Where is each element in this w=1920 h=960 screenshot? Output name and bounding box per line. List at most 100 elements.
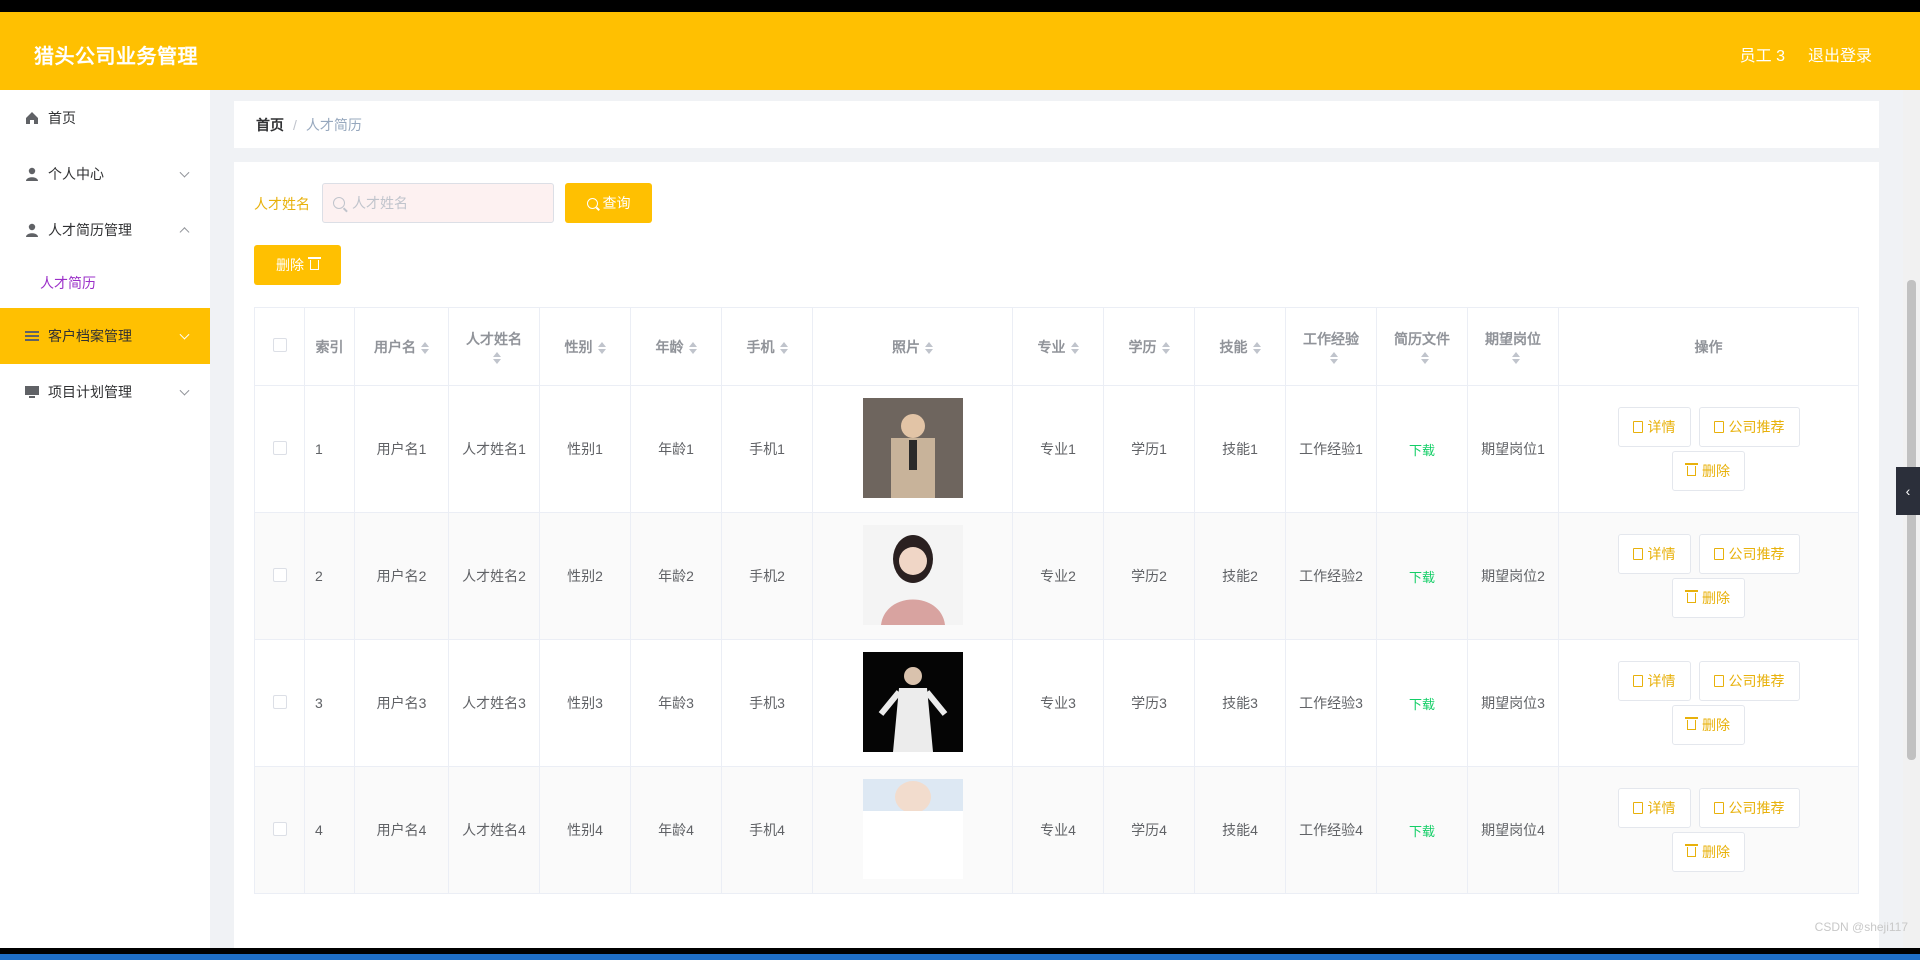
header-photo[interactable]: 照片 [812,307,1013,386]
recommend-button[interactable]: 公司推荐 [1698,407,1800,447]
recommend-label: 公司推荐 [1728,419,1785,435]
breadcrumb-home[interactable]: 首页 [256,115,284,135]
cell-edu: 学历4 [1103,766,1195,894]
cell-user: 用户名4 [354,766,449,894]
header-phone[interactable]: 手机 [721,307,813,386]
header-education[interactable]: 学历 [1103,307,1195,386]
chevron-down-icon [179,385,190,396]
header-username[interactable]: 用户名 [354,307,449,386]
sort-icon[interactable] [597,341,606,354]
header-resume-file[interactable]: 简历文件 [1376,307,1468,386]
cell-age: 年龄2 [630,512,722,640]
sort-icon[interactable] [1329,351,1338,364]
sort-icon[interactable] [421,341,429,354]
logout-link[interactable]: 退出登录 [1808,42,1908,66]
cell-resume-file: 下载 [1376,766,1468,894]
sidebar-item-personal-center[interactable]: 个人中心 [0,146,210,202]
recommend-label: 公司推荐 [1728,546,1785,562]
download-link[interactable]: 下载 [1409,570,1435,585]
document-icon [1713,802,1724,814]
header-experience[interactable]: 工作经验 [1285,307,1377,386]
sort-icon[interactable] [1420,351,1429,364]
cell-actions: 详情 公司推荐 删除 [1558,385,1859,513]
header-major[interactable]: 专业 [1012,307,1104,386]
index-cell: 4 [304,766,355,894]
cell-major: 专业3 [1012,639,1104,767]
search-icon [586,197,598,209]
query-button[interactable]: 查询 [565,183,652,223]
row-delete-button[interactable]: 删除 [1672,705,1745,745]
cell-gender: 性别3 [539,639,631,767]
row-checkbox[interactable] [272,694,287,709]
batch-delete-button[interactable]: 删除 [254,245,341,285]
detail-button[interactable]: 详情 [1617,407,1691,447]
sidebar-item-home[interactable]: 首页 [0,90,210,146]
sort-icon[interactable] [1161,341,1170,354]
download-link[interactable]: 下载 [1409,443,1435,458]
sidebar-item-project-plan[interactable]: 项目计划管理 [0,364,210,420]
download-link[interactable]: 下载 [1409,697,1435,712]
cell-gender: 性别4 [539,766,631,894]
detail-button[interactable]: 详情 [1617,788,1691,828]
header-label: 期望岗位 [1485,330,1541,347]
cell-user: 用户名1 [354,385,449,513]
sort-icon[interactable] [1070,341,1079,354]
sort-icon[interactable] [779,341,788,354]
cell-post: 期望岗位2 [1467,512,1559,640]
photo-image [862,778,963,879]
header-age[interactable]: 年龄 [630,307,722,386]
sort-icon[interactable] [492,351,501,364]
cell-age: 年龄4 [630,766,722,894]
table-header-row: 索引 用户名 人才姓名 性别 年龄 手机 照片 专业 学历 技能 工作经验 简历… [254,307,1859,386]
sidebar-subitem-resume[interactable]: 人才简历 [0,258,210,308]
sort-icon[interactable] [925,341,933,354]
row-delete-button[interactable]: 删除 [1672,451,1745,491]
header-label: 学历 [1128,338,1157,355]
header-gender[interactable]: 性别 [539,307,631,386]
row-checkbox[interactable] [272,440,287,455]
search-input[interactable] [352,195,542,211]
row-delete-button[interactable]: 删除 [1672,578,1745,618]
header-skill[interactable]: 技能 [1194,307,1286,386]
sort-icon[interactable] [1252,341,1261,354]
monitor-icon [25,386,39,398]
batch-delete-label: 删除 [276,257,304,273]
sort-icon[interactable] [688,341,697,354]
os-taskbar [0,954,1920,960]
recommend-button[interactable]: 公司推荐 [1698,661,1800,701]
sidebar-item-customer-archive[interactable]: 客户档案管理 [0,308,210,364]
detail-label: 详情 [1647,673,1676,689]
row-delete-button[interactable]: 删除 [1672,832,1745,872]
detail-button[interactable]: 详情 [1617,534,1691,574]
document-icon [1713,548,1724,560]
recommend-button[interactable]: 公司推荐 [1698,788,1800,828]
header-expected-post[interactable]: 期望岗位 [1467,307,1559,386]
sidebar-item-resume-management[interactable]: 人才简历管理 [0,202,210,258]
cell-age: 年龄3 [630,639,722,767]
cell-age: 年龄1 [630,385,722,513]
home-icon [26,112,38,124]
header-label: 年龄 [655,338,684,355]
header-label: 照片 [892,338,920,355]
delete-label: 删除 [1702,717,1730,733]
trash-icon [1685,717,1698,730]
row-checkbox[interactable] [272,567,287,582]
detail-label: 详情 [1647,419,1676,435]
cell-user: 用户名2 [354,512,449,640]
recommend-button[interactable]: 公司推荐 [1698,534,1800,574]
sidebar-item-label: 人才简历管理 [48,222,132,238]
collapse-side-panel-button[interactable]: ‹ [1896,467,1920,515]
trash-icon [1685,844,1698,857]
page-scrollbar[interactable] [1903,90,1920,948]
sort-icon[interactable] [1511,351,1520,364]
row-checkbox[interactable] [272,821,287,836]
detail-button[interactable]: 详情 [1617,661,1691,701]
current-user[interactable]: 员工 3 [1740,42,1785,66]
select-all-checkbox[interactable] [272,338,287,352]
search-input-wrapper [322,183,554,223]
header-talent-name[interactable]: 人才姓名 [448,307,540,386]
cell-skill: 技能1 [1194,385,1286,513]
download-link[interactable]: 下载 [1409,824,1435,839]
scrollbar-thumb[interactable] [1907,280,1916,760]
detail-label: 详情 [1647,800,1676,816]
